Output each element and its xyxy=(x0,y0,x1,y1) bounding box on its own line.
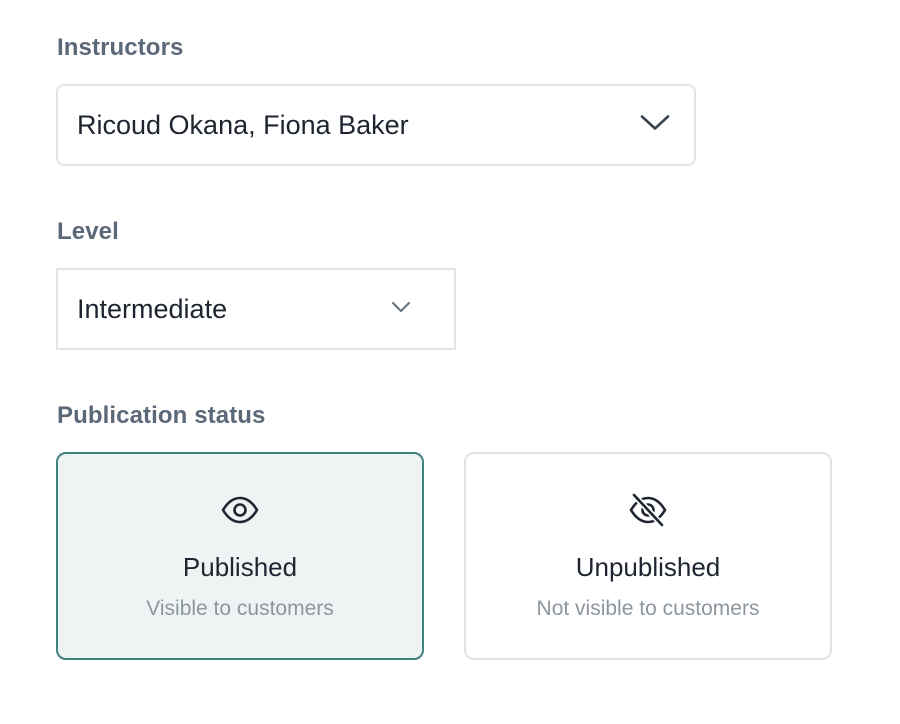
instructors-label: Instructors xyxy=(57,34,184,61)
instructors-value: Ricoud Okana, Fiona Baker xyxy=(77,109,409,140)
unpublished-title: Unpublished xyxy=(575,552,721,582)
chevron-down-icon xyxy=(640,114,670,137)
level-label: Level xyxy=(57,218,119,245)
published-title: Published xyxy=(182,552,298,582)
eye-icon xyxy=(220,490,260,530)
level-select[interactable]: Intermediate xyxy=(56,268,456,350)
publication-status-label: Publication status xyxy=(57,402,266,429)
unpublished-subtitle: Not visible to customers xyxy=(536,597,760,620)
published-subtitle: Visible to customers xyxy=(146,597,334,620)
eye-off-icon xyxy=(628,490,668,530)
published-option-card[interactable]: Published Visible to customers xyxy=(56,452,424,660)
chevron-down-icon xyxy=(391,300,411,318)
unpublished-option-card[interactable]: Unpublished Not visible to customers xyxy=(464,452,832,660)
instructors-select[interactable]: Ricoud Okana, Fiona Baker xyxy=(56,84,696,166)
